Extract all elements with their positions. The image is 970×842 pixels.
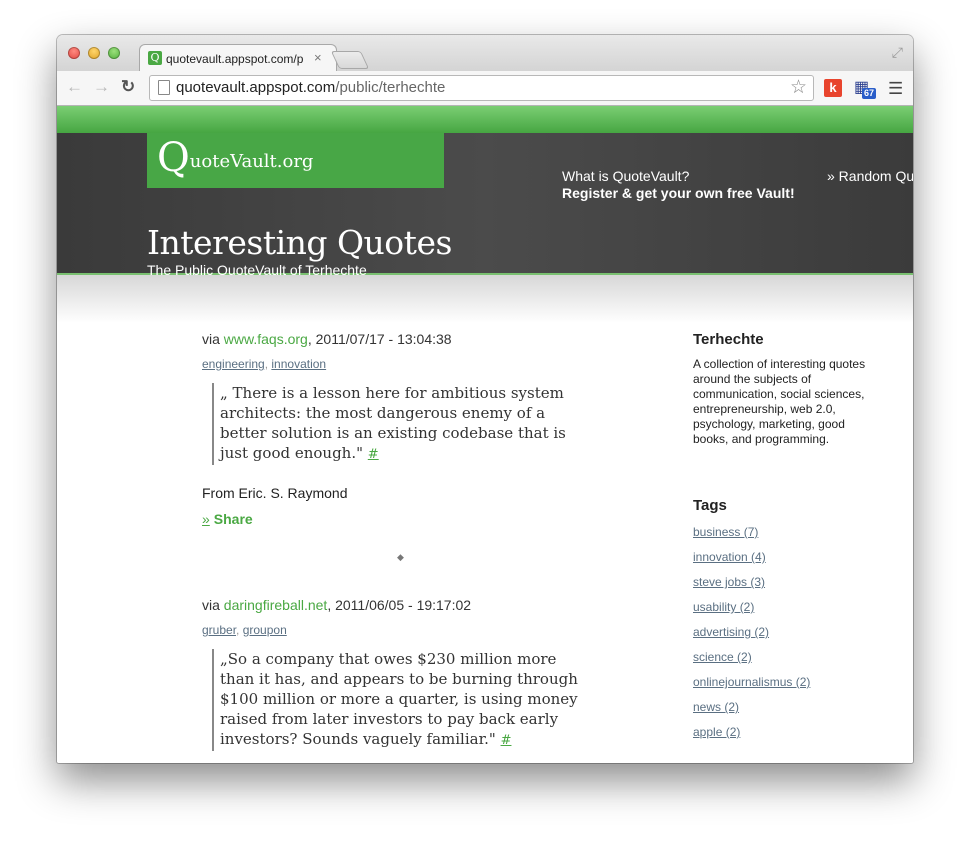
tag-item: advertising (2): [693, 620, 883, 645]
page-title: Interesting Quotes: [147, 223, 452, 262]
tag-item: steve jobs (3): [693, 570, 883, 595]
url-path: /public/terhechte: [335, 79, 446, 96]
window-maximize-button[interactable]: [108, 47, 120, 59]
tag-item: news (2): [693, 695, 883, 720]
tags-heading: Tags: [693, 497, 727, 514]
tag-link-news[interactable]: news (2): [693, 700, 739, 714]
quote-source-link[interactable]: daringfireball.net: [224, 597, 328, 613]
via-label: via: [202, 597, 224, 613]
browser-tab[interactable]: Q quotevault.appspot.com/p ×: [139, 44, 337, 72]
window-minimize-button[interactable]: [88, 47, 100, 59]
quote-datetime: , 2011/06/05 - 19:17:02: [327, 597, 472, 613]
page-icon: [158, 80, 170, 95]
share-arrow-icon: »: [202, 511, 210, 527]
tag-separator: ,: [236, 623, 243, 637]
register-link[interactable]: Register & get your own free Vault!: [562, 185, 795, 201]
web-page: QuoteVault.org What is QuoteVault? Regis…: [57, 106, 913, 763]
tag-link[interactable]: groupon: [243, 623, 287, 637]
tag-link[interactable]: innovation: [271, 357, 326, 371]
extension-k-icon[interactable]: k: [824, 79, 842, 97]
reload-icon[interactable]: ↻: [121, 77, 135, 97]
fullscreen-icon[interactable]: ⤢: [892, 44, 903, 61]
tag-link[interactable]: gruber: [202, 623, 236, 637]
site-header: QuoteVault.org What is QuoteVault? Regis…: [57, 133, 913, 278]
logo-wordmark: uoteVault.org: [189, 151, 314, 172]
via-label: via: [202, 331, 224, 347]
sidebar: Terhechte A collection of interesting qu…: [693, 331, 883, 745]
logo-q: Q: [157, 135, 190, 181]
tag-link-onlinejournalismus[interactable]: onlinejournalismus (2): [693, 675, 810, 689]
tag-list: business (7) innovation (4) steve jobs (…: [693, 520, 883, 745]
tab-strip: Q quotevault.appspot.com/p × ⤢: [57, 35, 913, 72]
tag-item: onlinejournalismus (2): [693, 670, 883, 695]
quote-source-link[interactable]: www.faqs.org: [224, 331, 308, 347]
green-top-bar: [57, 106, 913, 133]
tag-item: apple (2): [693, 720, 883, 745]
sidebar-title: Terhechte: [693, 331, 764, 348]
quote-entry: via daringfireball.net, 2011/06/05 - 19:…: [202, 597, 622, 751]
share-button[interactable]: » Share: [202, 511, 622, 527]
forward-arrow-icon[interactable]: →: [93, 77, 110, 97]
quote-divider-icon: ◆: [397, 552, 404, 562]
quote-body: „ There is a lesson here for ambitious s…: [220, 384, 566, 462]
tag-link-usability[interactable]: usability (2): [693, 600, 754, 614]
tag-link-science[interactable]: science (2): [693, 650, 752, 664]
quote-meta: via www.faqs.org, 2011/07/17 - 13:04:38: [202, 331, 622, 351]
tag-link-advertising[interactable]: advertising (2): [693, 625, 769, 639]
tag-link-apple[interactable]: apple (2): [693, 725, 740, 739]
quote-tags: gruber, groupon: [202, 623, 622, 641]
bookmark-star-icon[interactable]: ☆: [790, 76, 807, 99]
permalink[interactable]: #: [368, 447, 379, 462]
extension-grid-icon[interactable]: ▦ 67: [854, 77, 876, 99]
quote-body: „So a company that owes $230 million mor…: [220, 650, 578, 748]
quote-text: „So a company that owes $230 million mor…: [212, 649, 590, 751]
tag-item: science (2): [693, 645, 883, 670]
site-logo[interactable]: QuoteVault.org: [157, 135, 313, 181]
permalink[interactable]: #: [501, 733, 512, 748]
share-label: Share: [213, 511, 253, 527]
quote-datetime: , 2011/07/17 - 13:04:38: [307, 331, 452, 347]
quote-meta: via daringfireball.net, 2011/06/05 - 19:…: [202, 597, 622, 617]
sidebar-description: A collection of interesting quotes aroun…: [693, 357, 866, 446]
quote-text: „ There is a lesson here for ambitious s…: [212, 383, 590, 465]
tab-title: quotevault.appspot.com/p: [166, 52, 304, 66]
favicon-icon: Q: [148, 51, 162, 65]
browser-window: Q quotevault.appspot.com/p × ⤢ ← → ↻ quo…: [57, 35, 913, 763]
what-is-quotevault-link[interactable]: What is QuoteVault?: [562, 168, 689, 184]
random-quote-link[interactable]: » Random Qu: [827, 168, 913, 184]
browser-toolbar: ← → ↻ quotevault.appspot.com/public/terh…: [57, 71, 913, 106]
quote-author: From Eric. S. Raymond: [202, 485, 348, 501]
tag-item: usability (2): [693, 595, 883, 620]
tag-item: innovation (4): [693, 545, 883, 570]
tab-close-icon[interactable]: ×: [314, 50, 322, 65]
address-bar[interactable]: quotevault.appspot.com/public/terhechte …: [149, 75, 814, 101]
tag-link-business[interactable]: business (7): [693, 525, 758, 539]
url-text[interactable]: quotevault.appspot.com/public/terhechte: [176, 79, 445, 96]
quote-entry: via www.faqs.org, 2011/07/17 - 13:04:38 …: [202, 331, 622, 527]
extension-badge: 67: [861, 88, 876, 99]
menu-icon[interactable]: ☰: [888, 79, 903, 99]
url-domain: quotevault.appspot.com: [176, 79, 336, 96]
tag-item: business (7): [693, 520, 883, 545]
quote-tags: engineering, innovation: [202, 357, 622, 375]
back-arrow-icon[interactable]: ←: [66, 77, 83, 97]
tag-link-innovation[interactable]: innovation (4): [693, 550, 766, 564]
tag-link-steve-jobs[interactable]: steve jobs (3): [693, 575, 765, 589]
window-close-button[interactable]: [68, 47, 80, 59]
tag-link[interactable]: engineering: [202, 357, 265, 371]
header-shadow: [57, 275, 913, 323]
